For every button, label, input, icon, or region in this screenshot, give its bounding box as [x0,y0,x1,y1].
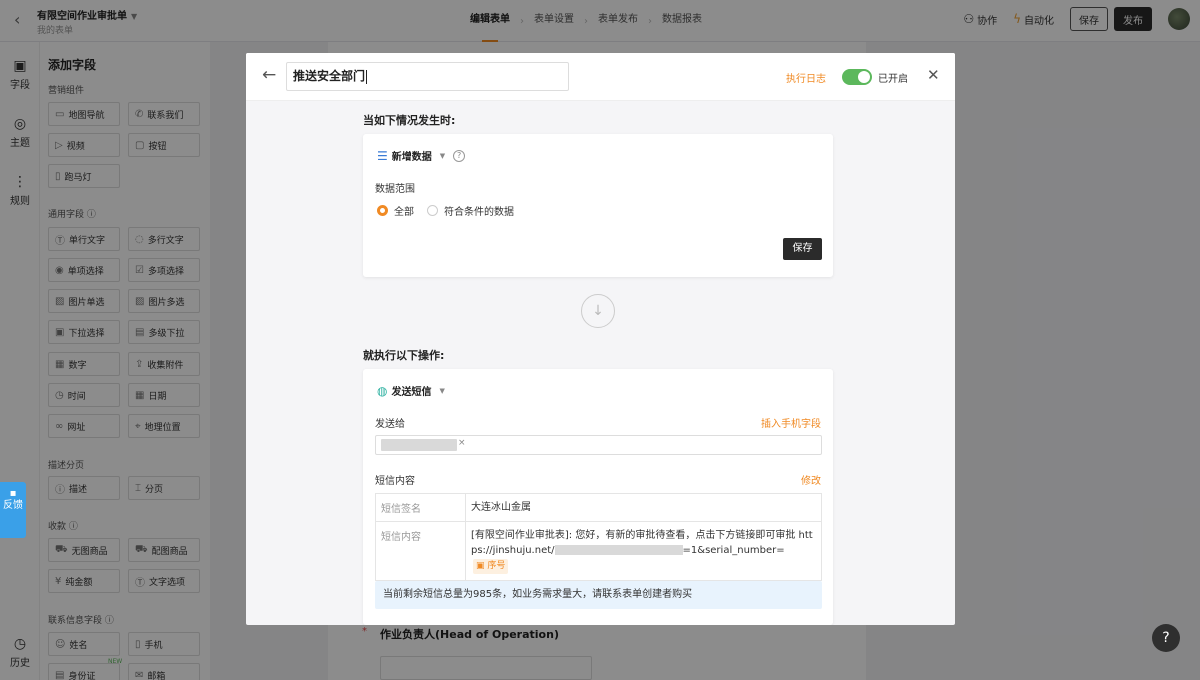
radio-dot [427,205,438,216]
sms-sign-key: 短信签名 [375,493,466,522]
feedback-button[interactable]: ▪ 反馈 [0,482,26,538]
arrow-down-icon: ↓ [581,294,615,328]
automation-name-text: 推送安全部门 [293,69,366,83]
text-cursor [366,69,368,84]
serial-number-label: 序号 [487,561,506,571]
recipient-input[interactable]: × [375,435,822,455]
send-to-label: 发送给 [375,419,405,430]
masked-text [554,545,683,555]
sms-table: 短信签名 大连冰山金属 短信内容 [有限空间作业审批表]: 您好，有新的审批待查… [375,493,822,581]
trigger-title: 当如下情况发生时: [363,114,456,127]
radio-scope-all[interactable]: 全部 [377,203,414,218]
help-icon[interactable]: ? [453,149,466,162]
sms-sign-value: 大连冰山金属 [465,493,822,522]
data-scope-label: 数据范围 [375,184,415,195]
trigger-save-button[interactable]: 保存 [783,238,822,260]
recipient-tag [381,439,457,451]
enable-toggle[interactable] [842,69,872,85]
feedback-icon: ▪ [9,488,17,499]
table-row: 短信内容 [有限空间作业审批表]: 您好，有新的审批待查看，点击下方链接即可审批… [375,521,822,581]
caret-down-icon: ▼ [439,151,446,160]
edit-link[interactable]: 修改 [801,472,821,487]
trigger-card: ☰ 新增数据 ▼? 数据范围 全部 符合条件的数据 保存 [363,134,833,277]
radio-dot [377,205,388,216]
trigger-type-label: 新增数据 [391,152,432,163]
exec-log-link[interactable]: 执行日志 [786,70,826,85]
remove-tag-icon[interactable]: × [458,438,466,448]
action-card: ◍ 发送短信 ▼ 发送给 插入手机字段 × 短信内容 修改 短信签名 大连冰山金属 … [363,369,833,625]
back-arrow-icon[interactable]: ← [262,65,276,85]
feedback-label: 反馈 [3,500,23,511]
sms-body-value: [有限空间作业审批表]: 您好，有新的审批待查看，点击下方链接即可审批 http… [465,521,822,581]
enabled-label: 已开启 [878,74,908,85]
help-button[interactable]: ? [1152,624,1180,652]
automation-modal: ← 推送安全部门 执行日志 已开启 ✕ 当如下情况发生时: ☰ 新增数据 ▼? 数据… [246,53,955,625]
message-icon: ◍ [377,383,388,398]
modal-header: ← 推送安全部门 执行日志 已开启 ✕ [246,53,955,101]
sms-quota-notice: 当前剩余短信总量为985条，如业务需求量大，请联系表单创建者购买 [375,581,822,609]
tag-icon: ▣ [476,561,485,571]
radio-label: 符合条件的数据 [444,207,514,218]
sms-content-label: 短信内容 [375,476,415,487]
caret-down-icon: ▼ [439,386,445,395]
database-icon: ☰ [377,148,388,163]
action-title: 就执行以下操作: [363,349,445,362]
sms-body-key: 短信内容 [375,521,466,581]
sms-body-suffix: =1&serial_number= [682,545,785,556]
automation-name-input[interactable]: 推送安全部门 [286,62,569,91]
radio-label: 全部 [394,207,414,218]
close-icon[interactable]: ✕ [927,66,940,84]
table-row: 短信签名 大连冰山金属 [375,493,822,522]
insert-phone-field-link[interactable]: 插入手机字段 [761,415,821,430]
trigger-type-select[interactable]: ☰ 新增数据 ▼? [377,148,466,163]
action-type-label: 发送短信 [391,387,432,398]
radio-scope-filtered[interactable]: 符合条件的数据 [427,203,514,218]
serial-number-tag: ▣ 序号 [473,559,509,574]
action-type-select[interactable]: ◍ 发送短信 ▼ [377,383,445,399]
